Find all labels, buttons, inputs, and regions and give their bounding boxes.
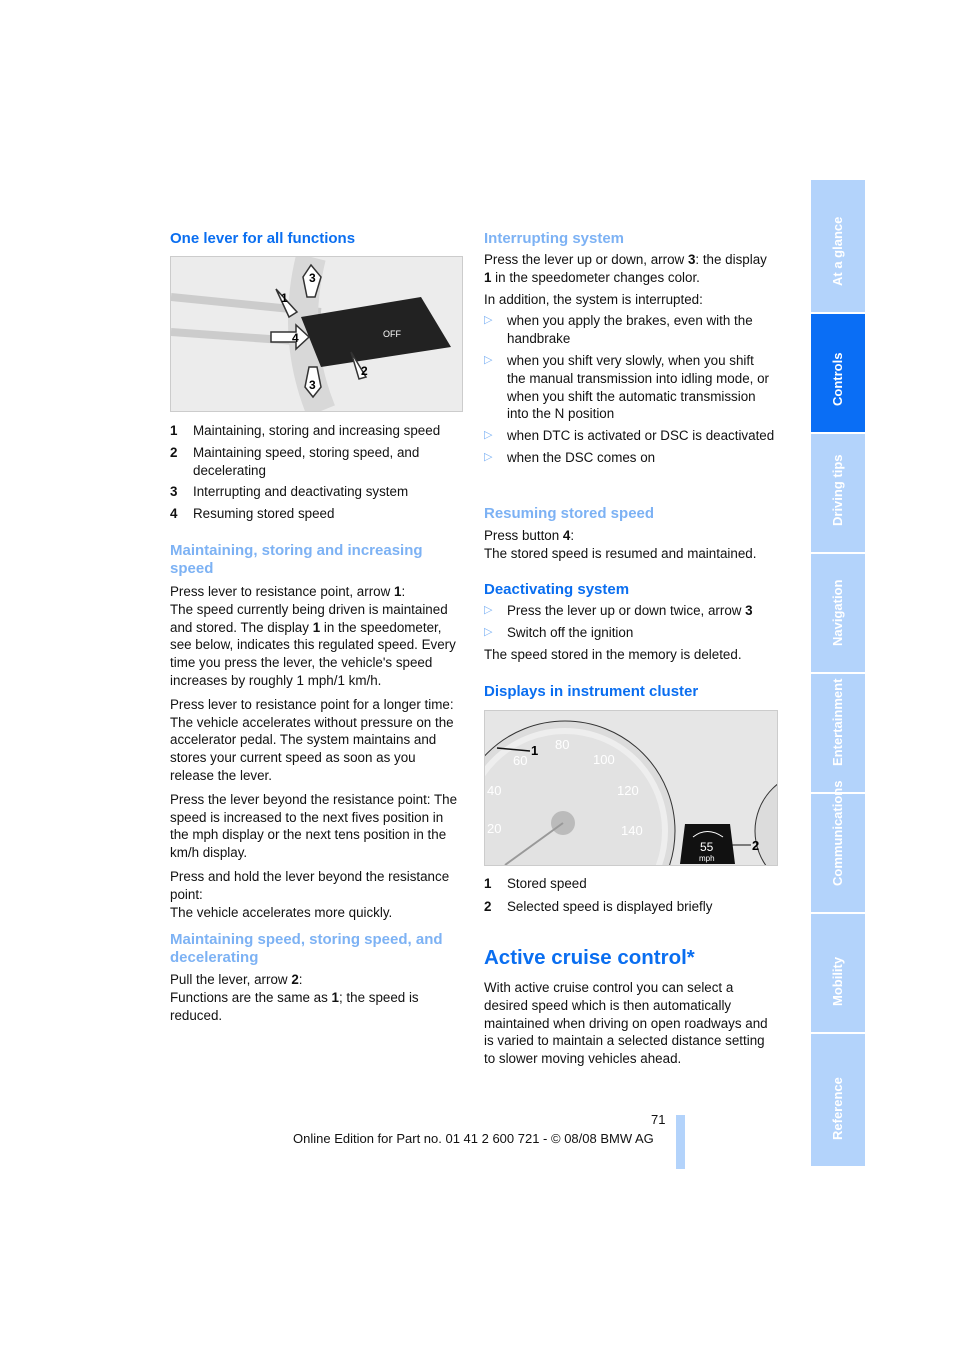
section-one-lever: One lever for all functions xyxy=(170,230,462,248)
section-resuming: Resuming stored speed Press button 4: The… xyxy=(484,505,776,569)
bullet-item: ▷ Press the lever up or down twice, arrow… xyxy=(484,603,753,618)
paragraph: In addition, the system is interrupted: xyxy=(484,291,703,307)
paragraph: Press and hold the lever beyond the resi… xyxy=(170,868,450,920)
svg-text:3: 3 xyxy=(309,271,316,285)
triangle-bullet-icon: ▷ xyxy=(484,625,493,638)
paragraph: Press the lever beyond the resistance po… xyxy=(170,791,458,861)
lever-figure: OFF 1 2 3 3 4 xyxy=(170,256,463,412)
heading-active-cruise: Active cruise control* xyxy=(484,946,695,969)
section-deactivating: Deactivating system ▷ Press the lever up … xyxy=(484,581,776,669)
tab-navigation[interactable]: Navigation xyxy=(811,554,865,672)
section-decelerating: Maintaining speed, storing speed, and de… xyxy=(170,931,462,1030)
triangle-bullet-icon: ▷ xyxy=(484,314,493,327)
section-interrupting: Interrupting system Press the lever up o… xyxy=(484,230,776,471)
heading-interrupting: Interrupting system xyxy=(484,230,625,247)
paragraph: Press the lever up or down, arrow 3: the… xyxy=(484,252,767,285)
manual-page: One lever for all functions OFF 1 2 3 3 … xyxy=(0,0,954,1350)
tab-driving-tips[interactable]: Driving tips xyxy=(811,434,865,552)
paragraph: The speed stored in the memory is delete… xyxy=(484,646,742,662)
bullet-item: ▷ when you apply the brakes, even with th… xyxy=(484,313,753,347)
section-maintaining: Maintaining, storing and increasing spee… xyxy=(170,542,462,927)
heading-maintaining: Maintaining, storing and increasing spee… xyxy=(170,542,423,577)
edition-note: Online Edition for Part no. 01 41 2 600 … xyxy=(293,1131,654,1146)
bullet-item: ▷ when you shift very slowly, when you sh… xyxy=(484,352,769,422)
page-number: 71 xyxy=(651,1112,666,1127)
heading-resuming: Resuming stored speed xyxy=(484,505,655,522)
paragraph: Pull the lever, arrow 2: xyxy=(170,972,303,987)
svg-text:80: 80 xyxy=(555,737,569,752)
svg-text:100: 100 xyxy=(593,752,615,767)
tab-reference[interactable]: Reference xyxy=(811,1034,865,1166)
svg-text:120: 120 xyxy=(617,783,639,798)
paragraph: Press lever to resistance point, arrow 1… xyxy=(170,584,456,688)
svg-text:20: 20 xyxy=(487,821,501,836)
section-displays: Displays in instrument cluster xyxy=(484,683,776,701)
svg-text:3: 3 xyxy=(309,378,316,392)
heading-decelerating: Maintaining speed, storing speed, and de… xyxy=(170,931,443,966)
tab-mobility[interactable]: Mobility xyxy=(811,914,865,1032)
bullet-item: ▷ Switch off the ignition xyxy=(484,624,634,640)
speedometer-illustration: 20 40 60 80 100 120 140 1 55 mph 2 xyxy=(485,711,777,865)
legend-item: 1 Maintaining, storing and increasing spe… xyxy=(170,423,441,438)
legend-item: 1 Stored speed xyxy=(484,876,587,891)
tab-entertainment[interactable]: Entertainment xyxy=(811,674,865,792)
svg-text:4: 4 xyxy=(292,331,299,345)
instrument-cluster-figure: 20 40 60 80 100 120 140 1 55 mph 2 xyxy=(484,710,778,866)
tab-communications[interactable]: Communications xyxy=(811,781,865,912)
svg-text:1: 1 xyxy=(281,291,288,305)
lever-illustration: OFF 1 2 3 3 4 xyxy=(171,257,462,411)
bullet-item: ▷ when the DSC comes on xyxy=(484,449,656,465)
heading-displays: Displays in instrument cluster xyxy=(484,683,699,700)
tab-controls[interactable]: Controls xyxy=(811,314,865,432)
svg-text:1: 1 xyxy=(531,743,538,758)
legend-item: 4 Resuming stored speed xyxy=(170,506,335,522)
svg-text:mph: mph xyxy=(699,854,715,863)
tab-at-a-glance[interactable]: At a glance xyxy=(811,180,865,312)
legend-item: 2 Maintaining speed, storing speed, and d… xyxy=(170,444,420,478)
paragraph: Press button 4: The stored speed is resum… xyxy=(484,528,757,561)
triangle-bullet-icon: ▷ xyxy=(484,604,493,616)
page-marker-bar xyxy=(676,1115,685,1169)
svg-text:2: 2 xyxy=(361,364,368,378)
heading-deactivating: Deactivating system xyxy=(484,581,630,598)
paragraph: With active cruise control you can selec… xyxy=(484,980,768,1067)
svg-text:OFF: OFF xyxy=(383,329,401,339)
svg-text:60: 60 xyxy=(513,753,527,768)
legend-item: 3 Interrupting and deactivating system xyxy=(170,484,409,500)
triangle-bullet-icon: ▷ xyxy=(484,353,493,366)
section-active-cruise: Active cruise control* With active cruis… xyxy=(484,946,776,1074)
svg-text:2: 2 xyxy=(752,838,759,853)
legend-cluster: 1 Stored speed 2 Selected speed is display… xyxy=(484,875,776,920)
legend-lever: 1 Maintaining, storing and increasing spe… xyxy=(170,422,462,527)
triangle-bullet-icon: ▷ xyxy=(484,450,493,463)
heading-one-lever: One lever for all functions xyxy=(170,230,356,247)
svg-text:40: 40 xyxy=(487,783,501,798)
legend-item: 2 Selected speed is displayed briefly xyxy=(484,898,713,914)
svg-text:140: 140 xyxy=(621,823,643,838)
paragraph: Press lever to resistance point for a lo… xyxy=(170,696,454,783)
triangle-bullet-icon: ▷ xyxy=(484,429,493,442)
paragraph: Functions are the same as 1; the speed i… xyxy=(170,989,419,1023)
bullet-item: ▷ when DTC is activated or DSC is deactiv… xyxy=(484,428,775,444)
svg-text:55: 55 xyxy=(700,840,714,854)
